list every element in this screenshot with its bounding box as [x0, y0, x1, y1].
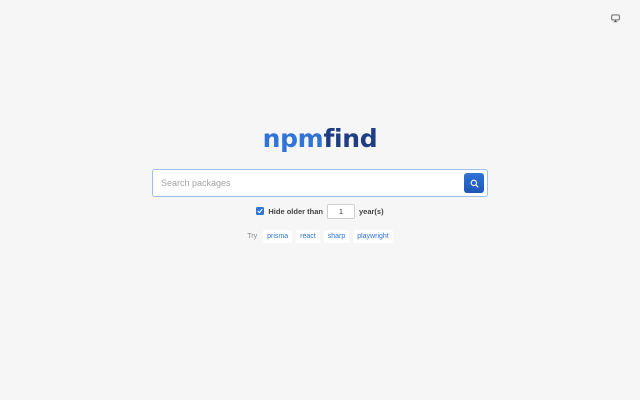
logo: npmfind: [0, 124, 640, 153]
suggestion-prisma[interactable]: prisma: [263, 229, 293, 243]
logo-text-find: find: [323, 124, 378, 153]
suggestions: Try prisma react sharp playwright: [0, 229, 640, 243]
suggestion-sharp[interactable]: sharp: [323, 229, 350, 243]
try-label: Try: [247, 232, 258, 240]
check-icon: [257, 208, 263, 214]
logo-text-npm: npm: [262, 124, 324, 153]
age-filter: Hide older than year(s): [0, 203, 640, 219]
search-icon: [470, 179, 479, 188]
hide-older-label: Hide older than: [268, 206, 323, 216]
age-input[interactable]: [326, 203, 355, 219]
suggestion-playwright[interactable]: playwright: [353, 229, 393, 243]
search-input[interactable]: [153, 170, 464, 196]
monitor-icon: [610, 13, 620, 22]
suggestion-react[interactable]: react: [296, 229, 320, 243]
search-button[interactable]: [464, 173, 484, 193]
theme-toggle-button[interactable]: [610, 13, 620, 23]
age-unit-label: year(s): [358, 206, 384, 216]
search-box: [152, 169, 488, 197]
hide-older-checkbox[interactable]: [256, 207, 265, 215]
